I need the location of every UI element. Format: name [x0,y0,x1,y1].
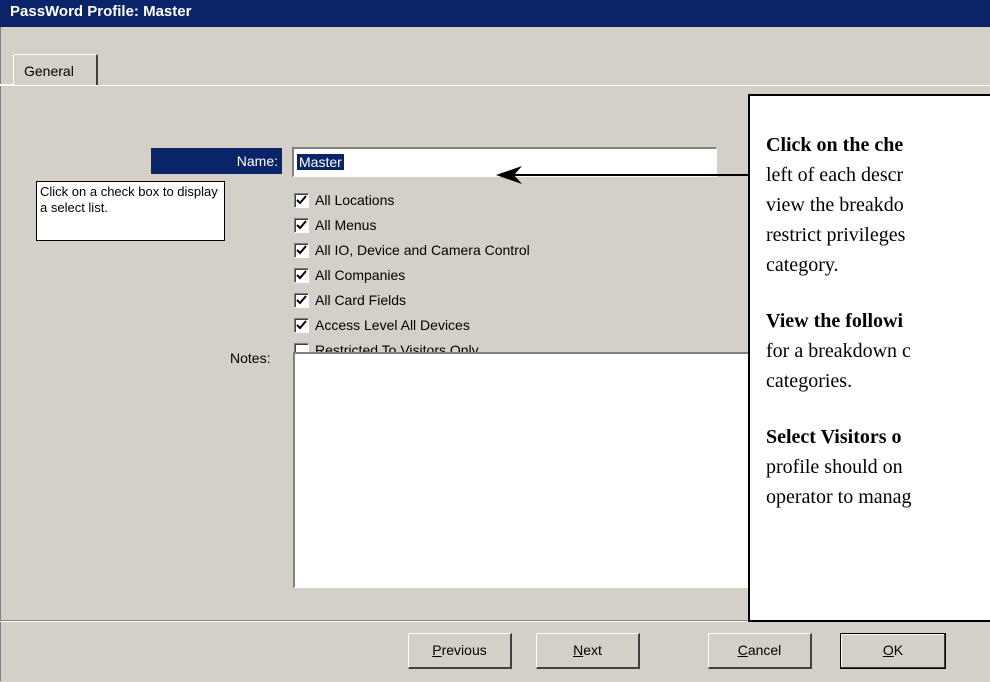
checkbox-box[interactable] [294,268,309,283]
hint-box: Click on a check box to display a select… [36,181,225,241]
checkmark-icon [296,220,307,230]
checkbox-label: All IO, Device and Camera Control [315,242,530,258]
callout-line: view the breakdo [766,194,904,216]
notes-textarea[interactable] [293,352,763,588]
checkbox-label: All Card Fields [315,292,407,308]
checkbox-label: All Menus [315,217,377,233]
checkbox-box[interactable] [294,243,309,258]
checkmark-icon [296,270,307,280]
title-bar: PassWord Profile: Master [0,0,990,27]
callout-line: profile should on [766,456,903,478]
tab-general-label: General [24,63,74,79]
callout-paragraph-2: View the followi for a breakdown c categ… [766,306,990,396]
previous-accel: P [432,642,442,658]
callout-paragraph-1: Click on the che left of each descr view… [766,130,990,280]
callout-line: left of each descr [766,164,904,186]
cancel-button[interactable]: Cancel [708,633,812,669]
name-input-value: Master [297,154,344,170]
checkmark-icon [296,295,307,305]
checkbox-label: All Locations [315,192,395,208]
callout-line: categories. [766,370,853,392]
checkmark-icon [296,320,307,330]
next-button[interactable]: Next [536,633,640,669]
checkmark-icon [296,195,307,205]
window-title: PassWord Profile: Master [10,3,192,20]
callout-p1-heading: Click on the che [766,134,904,156]
checkbox-label: All Companies [315,267,406,283]
next-label: ext [583,642,602,658]
name-label: Name: [151,148,282,174]
callout-p2-heading: View the followi [766,310,904,332]
ok-label: K [893,642,904,658]
checkbox-label: Access Level All Devices [315,317,470,333]
cancel-label: ancel [747,642,782,658]
previous-label: revious [441,642,487,658]
callout-p3-heading: Select Visitors o [766,426,902,448]
tab-general[interactable]: General [13,54,98,85]
ok-button[interactable]: OK [840,633,946,669]
checkbox-box[interactable] [294,193,309,208]
checkbox-box[interactable] [294,318,309,333]
pointer-arrow-icon [496,166,748,184]
checkmark-icon [296,245,307,255]
ok-accel: O [882,642,894,658]
callout-line: for a breakdown c [766,340,911,362]
notes-label: Notes: [230,350,271,366]
previous-button[interactable]: Previous [408,633,512,669]
callout-paragraph-3: Select Visitors o profile should on oper… [766,422,990,512]
next-accel: N [573,642,584,658]
cancel-accel: C [737,642,748,658]
checkbox-box[interactable] [294,218,309,233]
tab-strip-line [0,85,990,86]
instruction-callout: Click on the che left of each descr view… [748,94,990,622]
callout-line: restrict privileges [766,224,906,246]
checkbox-box[interactable] [294,293,309,308]
callout-line: operator to manag [766,486,912,508]
callout-line: category. [766,254,839,276]
